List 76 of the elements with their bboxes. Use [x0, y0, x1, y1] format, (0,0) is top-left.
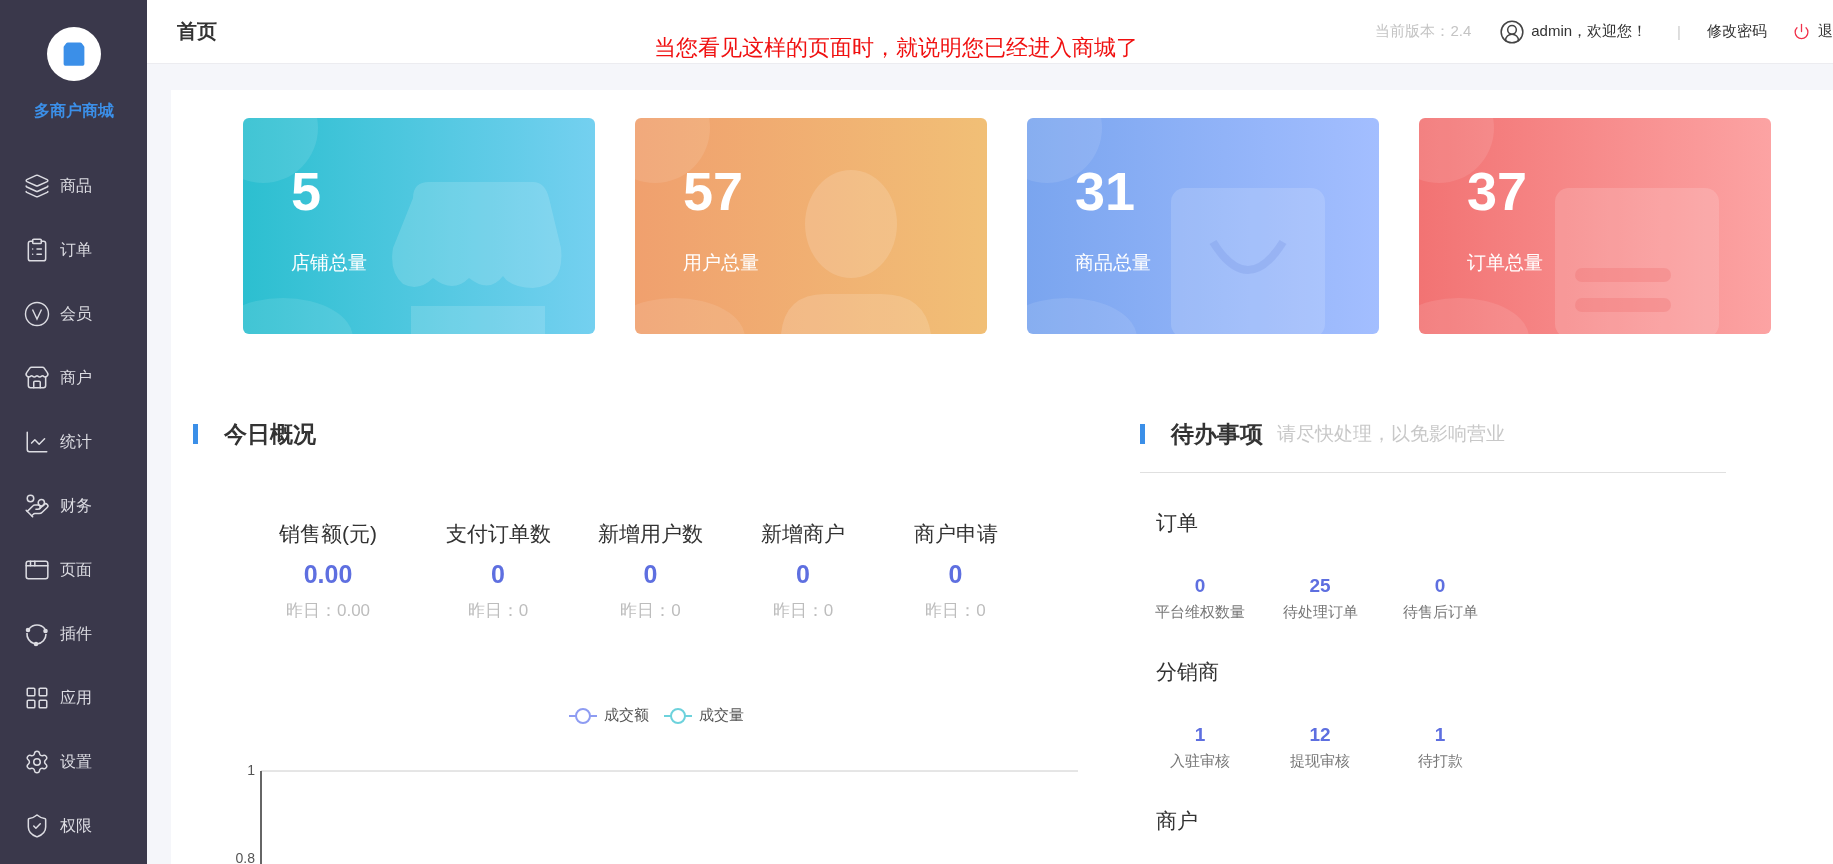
group-title: 商户	[1156, 808, 1199, 834]
stat-value: 0	[490, 560, 506, 589]
yesterday-value: 昨日：0	[924, 600, 987, 622]
logo	[46, 27, 101, 81]
power-icon	[1793, 23, 1810, 40]
notice-text: 当您看见这样的页面时，就说明您已经进入商城了	[654, 34, 1138, 62]
grid-icon	[24, 685, 50, 711]
todo-label: 平台维权数量	[1154, 603, 1246, 622]
card-value: 37	[1467, 164, 1529, 218]
stat-label: 新增用户数	[597, 521, 704, 547]
todo-count[interactable]: 0	[1140, 575, 1260, 597]
stat-label: 商户申请	[912, 521, 999, 547]
sidebar-item[interactable]: 页面	[0, 538, 147, 602]
sidebar-item[interactable]: 统计	[0, 410, 147, 474]
legend-item[interactable]: 成交额	[567, 706, 649, 725]
card-value: 31	[1075, 164, 1137, 218]
yesterday-value: 昨日：0.00	[284, 600, 372, 622]
sidebar-item[interactable]: 商品	[0, 154, 147, 218]
todo-count[interactable]: 1	[1380, 724, 1500, 746]
separator: |	[1677, 23, 1681, 40]
card-label: 订单总量	[1467, 251, 1544, 275]
sidebar-item[interactable]: 应用	[0, 666, 147, 730]
stat-label: 新增商户	[760, 521, 846, 547]
group-title: 分销商	[1156, 659, 1220, 685]
card-label: 用户总量	[683, 251, 760, 275]
card-label: 商品总量	[1075, 251, 1152, 275]
todo-label: 待打款	[1416, 752, 1464, 771]
version-text: 当前版本：2.4	[1375, 22, 1472, 41]
todo-label: 待售后订单	[1401, 603, 1479, 622]
stat-value: 0	[795, 560, 811, 589]
settings-icon	[24, 749, 50, 775]
sidebar-item[interactable]: 设置	[0, 730, 147, 794]
todo-label: 入驻审核	[1169, 752, 1231, 771]
v-circle-icon	[24, 301, 50, 327]
yesterday-value: 昨日：0	[771, 600, 835, 622]
store-icon	[24, 365, 50, 391]
todo-count[interactable]: 25	[1260, 575, 1380, 597]
circle-arrows-icon	[24, 621, 50, 647]
todo-label: 提现审核	[1289, 752, 1351, 771]
todo-count[interactable]: 12	[1260, 724, 1380, 746]
group-title: 订单	[1156, 510, 1199, 536]
heading-bar	[193, 424, 198, 444]
section-title: 今日概况	[224, 419, 316, 449]
change-password-link[interactable]: 修改密码	[1707, 22, 1767, 41]
section-title: 待办事项	[1171, 419, 1263, 449]
heading-bar	[1140, 424, 1145, 444]
todo-count[interactable]: 0	[1380, 575, 1500, 597]
greeting-text: admin，欢迎您！	[1531, 22, 1648, 41]
brand-name: 多商户商城	[33, 101, 114, 121]
sidebar-item[interactable]: 财务	[0, 474, 147, 538]
stat-value: 0.00	[302, 560, 354, 589]
card-value: 57	[683, 164, 745, 218]
axis-tick-label: 0.8	[235, 850, 255, 864]
card-label: 店铺总量	[291, 251, 368, 275]
stat-label: 销售额(元)	[278, 521, 378, 547]
axis-tick-label: 1	[247, 763, 255, 778]
page-title: 首页	[177, 19, 217, 44]
stat-value: 0	[947, 560, 964, 589]
sidebar-item[interactable]: 插件	[0, 602, 147, 666]
sidebar-item[interactable]: 权限	[0, 794, 147, 858]
logout-link[interactable]: 退	[1793, 22, 1833, 41]
stat-label: 支付订单数	[444, 521, 552, 547]
legend-item[interactable]: 成交量	[662, 706, 744, 725]
sidebar-item[interactable]: 商户	[0, 346, 147, 410]
hand-coins-icon	[24, 493, 50, 519]
user-icon	[1499, 18, 1526, 45]
yesterday-value: 昨日：0	[619, 600, 682, 622]
sidebar-item[interactable]: 会员	[0, 282, 147, 346]
yesterday-value: 昨日：0	[466, 600, 530, 622]
stat-value: 0	[642, 560, 659, 589]
layers-icon	[24, 173, 50, 199]
todo-count[interactable]: 1	[1140, 724, 1260, 746]
todo-label: 待处理订单	[1281, 603, 1359, 622]
sidebar-item[interactable]: 订单	[0, 218, 147, 282]
card-value: 5	[291, 164, 323, 218]
line-chart-icon	[24, 429, 50, 455]
